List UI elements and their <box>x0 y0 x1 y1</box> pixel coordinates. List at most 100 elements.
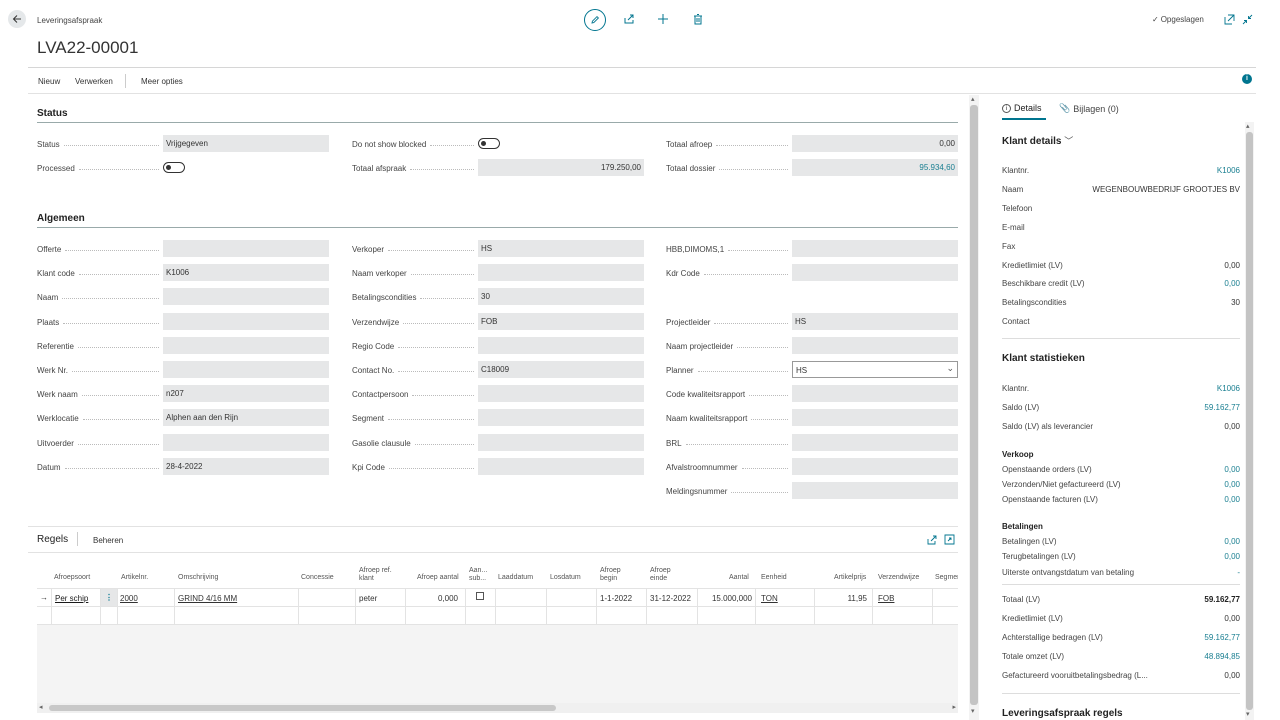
factbox-row-value[interactable]: 59.162,77 <box>1204 403 1240 412</box>
field-input[interactable]: n207 <box>163 385 329 403</box>
factbox-row[interactable]: Saldo (LV) 59.162,77 <box>1002 403 1240 412</box>
scroll-down-arrow-icon[interactable]: ▾ <box>1246 710 1250 718</box>
field-input[interactable]: K1006 <box>163 264 329 282</box>
regels-expand-button[interactable] <box>944 534 955 545</box>
factbox-vertical-scrollbar[interactable]: ▴ ▾ <box>1245 122 1254 720</box>
cell-afroepsoort[interactable]: Per schip <box>55 594 88 603</box>
factbox-row-value[interactable]: 0,00 <box>1224 495 1240 504</box>
field-input[interactable] <box>792 264 958 282</box>
open-new-window-button[interactable] <box>1224 14 1235 25</box>
field-input[interactable] <box>792 409 958 427</box>
action-process[interactable]: Verwerken <box>75 77 113 86</box>
scroll-up-arrow-icon[interactable]: ▴ <box>971 95 975 103</box>
col-aan-sub[interactable]: Aan... sub... <box>469 567 487 583</box>
cell-omschrijving[interactable]: GRIND 4/16 MM <box>178 594 237 603</box>
cell-verzendwijze[interactable]: FOB <box>878 594 894 603</box>
field-input[interactable]: C18009 <box>478 361 644 378</box>
col-segment[interactable]: Segmer <box>935 574 958 582</box>
field-input[interactable] <box>478 457 644 475</box>
col-concessie[interactable]: Concessie <box>301 574 334 582</box>
factbox-row-value[interactable]: 59.162,77 <box>1204 633 1240 642</box>
info-button[interactable]: i <box>1242 74 1252 84</box>
action-more-options[interactable]: Meer opties <box>141 77 183 86</box>
factbox-row-value[interactable]: 0,00 <box>1224 279 1240 288</box>
col-artikelnr[interactable]: Artikelnr. <box>121 574 148 582</box>
cell-aan-sub-checkbox[interactable] <box>476 592 484 600</box>
totaal-dossier-field[interactable]: 95.934,60 <box>792 159 958 176</box>
field-input[interactable]: HS <box>478 240 644 257</box>
field-input[interactable] <box>792 385 958 403</box>
field-input[interactable] <box>163 240 329 257</box>
scroll-right-arrow-icon[interactable]: ▸ <box>952 703 956 711</box>
row-selector-arrow-icon[interactable]: → <box>40 593 48 602</box>
field-input[interactable]: Alphen aan den Rijn <box>163 409 329 427</box>
regels-manage[interactable]: Beheren <box>93 536 123 545</box>
factbox-row[interactable]: Verzonden/Niet gefactureerd (LV) 0,00 <box>1002 480 1240 489</box>
field-input[interactable] <box>163 312 329 330</box>
col-laaddatum[interactable]: Laaddatum <box>498 574 533 582</box>
factbox-row-value[interactable]: K1006 <box>1217 384 1240 393</box>
factbox-tab-details[interactable]: i Details <box>1002 103 1042 113</box>
col-losdatum[interactable]: Losdatum <box>550 574 581 582</box>
status-field[interactable]: Vrijgegeven <box>163 135 329 152</box>
horizontal-scrollbar[interactable]: ◂ ▸ <box>37 703 958 713</box>
cell-artikelprijs[interactable]: 11,95 <box>848 594 867 603</box>
factbox-row[interactable]: Klantnr. K1006 <box>1002 384 1240 393</box>
field-input[interactable] <box>792 482 958 499</box>
factbox-row-value[interactable]: 0,00 <box>1224 465 1240 474</box>
cell-afroep-einde[interactable]: 31-12-2022 <box>650 594 691 603</box>
new-record-button[interactable] <box>656 12 670 26</box>
processed-toggle[interactable] <box>163 162 185 173</box>
factbox-row[interactable]: Terugbetalingen (LV) 0,00 <box>1002 552 1240 561</box>
grid-data-row[interactable] <box>37 588 958 607</box>
col-aantal[interactable]: Aantal <box>729 574 749 582</box>
regels-share-button[interactable] <box>926 534 937 545</box>
field-input[interactable] <box>478 433 644 451</box>
field-input[interactable] <box>163 361 329 378</box>
back-button[interactable] <box>8 10 26 28</box>
field-input[interactable] <box>163 336 329 354</box>
field-input[interactable]: 30 <box>478 288 644 306</box>
factbox-row[interactable]: Betalingen (LV) 0,00 <box>1002 537 1240 546</box>
factbox-row[interactable]: Uiterste ontvangstdatum van betaling - <box>1002 568 1240 577</box>
factbox-row[interactable]: Beschikbare credit (LV) 0,00 <box>1002 279 1240 288</box>
field-input[interactable] <box>478 336 644 354</box>
planner-dropdown[interactable]: HS <box>792 361 958 378</box>
share-button[interactable] <box>622 12 636 26</box>
factbox-row-value[interactable]: 0,00 <box>1224 552 1240 561</box>
cell-eenheid[interactable]: TON <box>761 594 778 603</box>
field-input[interactable]: HS <box>792 312 958 330</box>
grid-empty-row[interactable] <box>37 607 958 625</box>
factbox-row-value[interactable]: 48.894,85 <box>1204 652 1240 661</box>
factbox-tab-attachments[interactable]: 📎 Bijlagen (0) <box>1059 103 1119 114</box>
col-afroep-einde[interactable]: Afroep einde <box>650 567 671 583</box>
action-new[interactable]: Nieuw <box>38 77 60 86</box>
field-input[interactable] <box>163 433 329 451</box>
factbox-row[interactable]: Klantnr. K1006 <box>1002 166 1240 175</box>
field-input[interactable]: FOB <box>478 312 644 330</box>
scroll-up-arrow-icon[interactable]: ▴ <box>1246 122 1250 130</box>
scroll-left-arrow-icon[interactable]: ◂ <box>39 703 43 711</box>
field-input[interactable] <box>478 264 644 282</box>
col-afroep-ref-klant[interactable]: Afroep ref. klant <box>359 567 392 583</box>
factbox-row[interactable]: Openstaande facturen (LV) 0,00 <box>1002 495 1240 504</box>
factbox-row[interactable]: Achterstallige bedragen (LV) 59.162,77 <box>1002 633 1240 642</box>
field-input[interactable] <box>792 336 958 354</box>
col-afroep-aantal[interactable]: Afroep aantal <box>417 574 459 582</box>
field-input[interactable]: 28-4-2022 <box>163 457 329 475</box>
field-input[interactable] <box>163 288 329 306</box>
factbox-row-value[interactable]: K1006 <box>1217 166 1240 175</box>
factbox-row-value[interactable]: 0,00 <box>1224 480 1240 489</box>
klant-details-heading[interactable]: Klant details ﹀ <box>1002 134 1073 147</box>
scroll-down-arrow-icon[interactable]: ▾ <box>971 707 975 715</box>
field-input[interactable] <box>792 240 958 257</box>
cell-afroep-begin[interactable]: 1-1-2022 <box>600 594 632 603</box>
col-artikelprijs[interactable]: Artikelprijs <box>834 574 866 582</box>
dnsb-toggle[interactable] <box>478 138 500 149</box>
field-input[interactable] <box>792 457 958 475</box>
main-vertical-scrollbar[interactable]: ▴ ▾ <box>969 95 979 720</box>
horizontal-scroll-thumb[interactable] <box>49 705 556 711</box>
cell-afroep-aantal[interactable]: 0,000 <box>438 594 458 603</box>
factbox-row-value[interactable]: 0,00 <box>1224 537 1240 546</box>
delete-button[interactable] <box>691 12 705 26</box>
